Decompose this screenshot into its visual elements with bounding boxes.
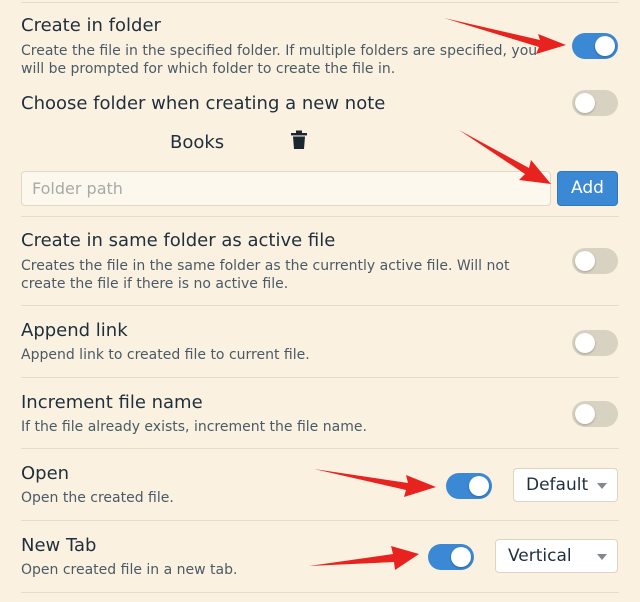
toggle-knob bbox=[575, 333, 595, 353]
append-link-description: Append link to created file to current f… bbox=[21, 347, 310, 363]
open-mode-select[interactable]: Default bbox=[513, 468, 618, 502]
folder-path-input[interactable] bbox=[21, 171, 551, 206]
toggle-knob bbox=[575, 251, 595, 271]
toggle-knob bbox=[451, 547, 471, 567]
divider bbox=[21, 216, 619, 217]
toggle-knob bbox=[575, 404, 595, 424]
divider bbox=[21, 592, 619, 593]
open-toggle[interactable] bbox=[446, 473, 492, 499]
toggle-knob bbox=[575, 93, 595, 113]
add-folder-button[interactable]: Add bbox=[557, 171, 618, 206]
choose-folder-title: Choose folder when creating a new note bbox=[21, 93, 386, 114]
choose-folder-toggle[interactable] bbox=[572, 90, 618, 116]
divider bbox=[21, 448, 619, 449]
folder-item-books: Books bbox=[170, 132, 225, 153]
divider bbox=[21, 520, 619, 521]
create-in-folder-description: Create the file in the specified folder.… bbox=[21, 43, 538, 77]
increment-file-name-title: Increment file name bbox=[21, 392, 203, 413]
same-folder-description: Creates the file in the same folder as t… bbox=[21, 258, 510, 292]
open-mode-value: Default bbox=[526, 475, 589, 495]
toggle-knob bbox=[595, 36, 615, 56]
append-link-title: Append link bbox=[21, 320, 128, 341]
same-folder-title: Create in same folder as active file bbox=[21, 230, 336, 251]
new-tab-title: New Tab bbox=[21, 535, 97, 556]
chevron-down-icon bbox=[597, 483, 607, 489]
divider bbox=[21, 377, 619, 378]
increment-file-name-description: If the file already exists, increment th… bbox=[21, 419, 367, 435]
new-tab-toggle[interactable] bbox=[428, 544, 474, 570]
create-in-folder-toggle[interactable] bbox=[572, 33, 618, 59]
open-title: Open bbox=[21, 463, 70, 484]
same-folder-toggle[interactable] bbox=[572, 248, 618, 274]
divider bbox=[21, 305, 619, 306]
new-tab-direction-value: Vertical bbox=[508, 546, 572, 566]
chevron-down-icon bbox=[597, 554, 607, 560]
divider-top bbox=[21, 2, 619, 3]
increment-file-name-toggle[interactable] bbox=[572, 401, 618, 427]
new-tab-direction-select[interactable]: Vertical bbox=[495, 539, 618, 573]
trash-icon[interactable] bbox=[290, 130, 308, 150]
toggle-knob bbox=[469, 476, 489, 496]
append-link-toggle[interactable] bbox=[572, 330, 618, 356]
create-in-folder-title: Create in folder bbox=[21, 15, 161, 36]
